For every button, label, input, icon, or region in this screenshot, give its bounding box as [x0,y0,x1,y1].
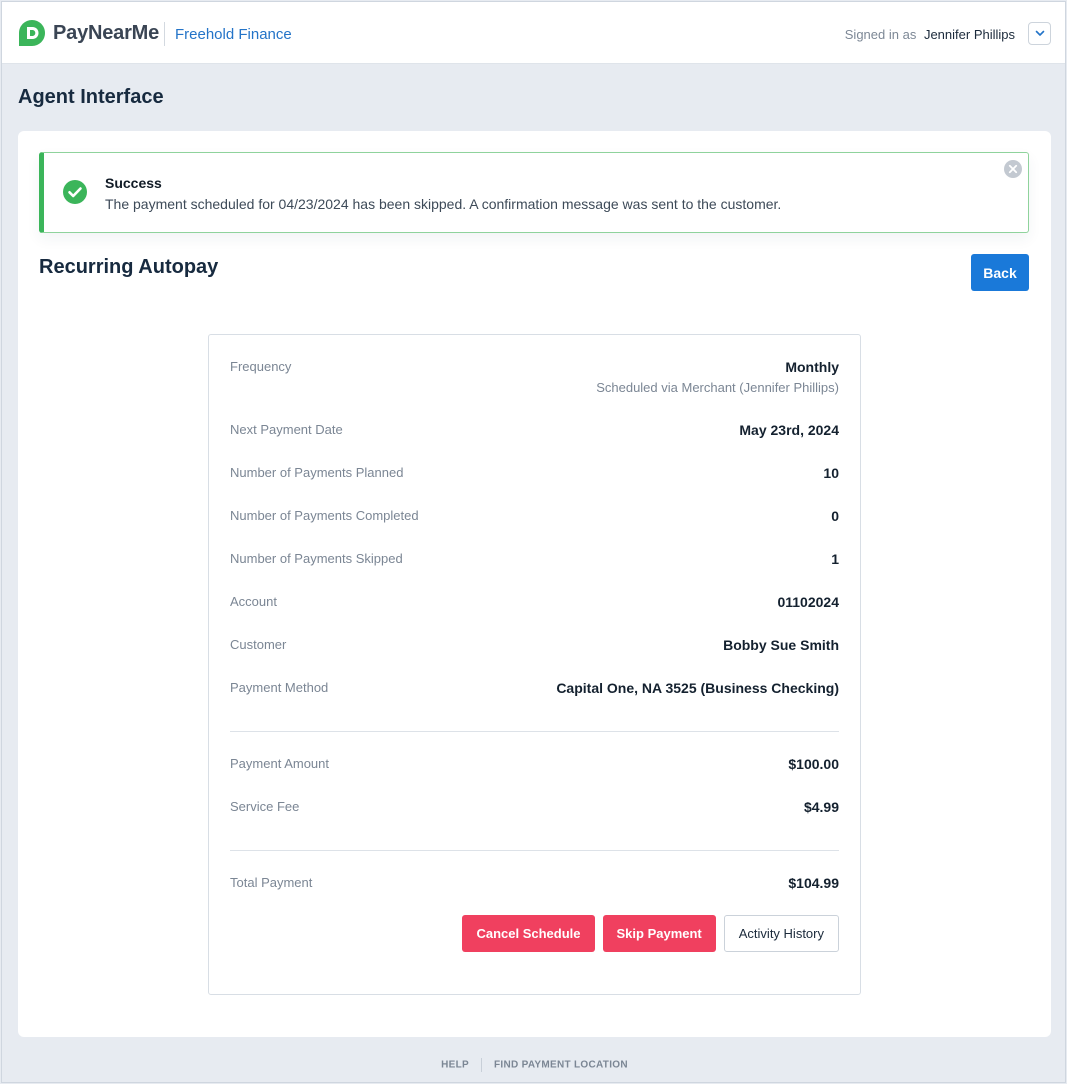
section-title: Recurring Autopay [39,256,219,278]
customer-label: Customer [230,637,287,652]
top-header: PayNearMe Freehold Finance Signed in as … [2,2,1065,64]
merchant-name-link[interactable]: Freehold Finance [175,26,292,43]
account-value: 01102024 [777,594,839,610]
payment-method-value: Capital One, NA 3525 (Business Checking) [556,680,839,696]
planned-label: Number of Payments Planned [230,465,404,480]
success-alert: Success The payment scheduled for 04/23/… [39,152,1029,233]
signed-in-info: Signed in as Jennifer Phillips [845,27,1015,42]
payment-method-label: Payment Method [230,680,329,695]
alert-message: The payment scheduled for 04/23/2024 has… [105,196,782,212]
footer-divider [480,1058,482,1072]
payment-amount-value: $100.00 [788,756,839,772]
activity-history-button[interactable]: Activity History [723,915,839,952]
cancel-schedule-button[interactable]: Cancel Schedule [462,915,595,952]
detail-row-planned: Number of Payments Planned 10 [230,465,839,485]
service-fee-label: Service Fee [230,799,300,814]
detail-row-skipped: Number of Payments Skipped 1 [230,551,839,571]
details-divider [230,731,839,732]
detail-row-service-fee: Service Fee $4.99 [230,799,839,819]
footer-find-location-link[interactable]: FIND PAYMENT LOCATION [494,1060,628,1071]
total-payment-value: $104.99 [788,875,839,891]
next-payment-value: May 23rd, 2024 [739,422,839,438]
back-button[interactable]: Back [971,254,1029,291]
skip-payment-button[interactable]: Skip Payment [602,915,716,952]
payment-amount-label: Payment Amount [230,756,329,771]
skipped-value: 1 [831,551,839,567]
customer-value: Bobby Sue Smith [723,637,839,653]
autopay-card: Success The payment scheduled for 04/23/… [18,131,1051,1037]
next-payment-label: Next Payment Date [230,422,343,437]
page-title: Agent Interface [18,86,164,108]
planned-value: 10 [823,465,839,481]
autopay-details-panel: Frequency Monthly Scheduled via Merchant… [208,334,861,995]
frequency-scheduled-by: Scheduled via Merchant (Jennifer Phillip… [596,380,839,395]
service-fee-value: $4.99 [803,799,839,815]
frequency-value: Monthly [785,359,839,375]
page-footer: HELP FIND PAYMENT LOCATION [2,1058,1067,1072]
detail-row-payment-method: Payment Method Capital One, NA 3525 (Bus… [230,680,839,700]
detail-row-total: Total Payment $104.99 [230,875,839,895]
account-label: Account [230,594,277,609]
completed-label: Number of Payments Completed [230,508,419,523]
footer-help-link[interactable]: HELP [441,1060,469,1071]
completed-value: 0 [831,508,839,524]
brand-name: PayNearMe [53,22,160,44]
schedule-actions: Cancel Schedule Skip Payment Activity Hi… [462,915,839,952]
brand-divider [164,22,165,46]
check-circle-icon [63,180,87,204]
detail-row-account: Account 01102024 [230,594,839,614]
detail-row-payment-amount: Payment Amount $100.00 [230,756,839,776]
paynearme-logo-icon [19,20,45,46]
detail-row-next-payment: Next Payment Date May 23rd, 2024 [230,422,839,442]
close-icon[interactable] [1004,160,1022,178]
detail-row-frequency: Frequency Monthly Scheduled via Merchant… [230,359,839,395]
total-payment-label: Total Payment [230,875,313,890]
signed-in-user-name: Jennifer Phillips [923,27,1015,42]
totals-divider [230,850,839,851]
frequency-label: Frequency [230,359,292,374]
detail-row-customer: Customer Bobby Sue Smith [230,637,839,657]
chevron-down-icon [1035,30,1044,36]
alert-title: Success [105,175,162,191]
app-frame: PayNearMe Freehold Finance Signed in as … [1,1,1066,1083]
skipped-label: Number of Payments Skipped [230,551,403,566]
user-menu-toggle[interactable] [1028,22,1051,45]
detail-row-completed: Number of Payments Completed 0 [230,508,839,528]
signed-in-label: Signed in as [844,27,917,42]
